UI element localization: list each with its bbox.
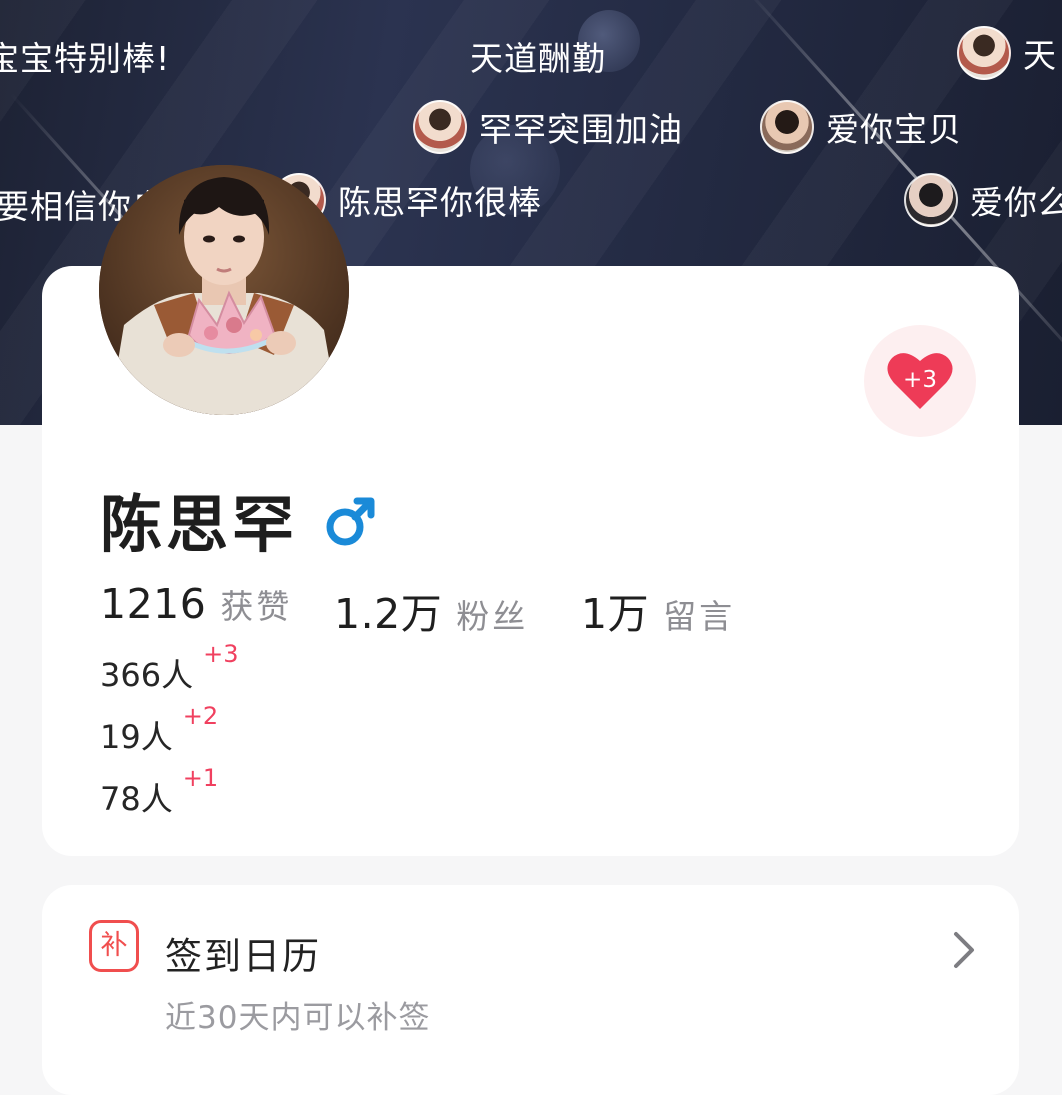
danmaku-item: 爱你宝贝 bbox=[760, 100, 962, 154]
like-button[interactable]: +3 bbox=[864, 325, 976, 437]
danmaku-item: 宝宝特别棒! bbox=[0, 32, 170, 80]
makeup-signin-icon: 补 bbox=[89, 920, 139, 972]
stat-likes[interactable]: 1216 获赞 bbox=[100, 580, 292, 628]
profile-name: 陈思罕 bbox=[100, 488, 299, 561]
stat-value: 1万 bbox=[581, 590, 650, 638]
danmaku-text: 天道酬勤 bbox=[470, 39, 606, 78]
danmaku-text: 宝宝特别棒! bbox=[0, 39, 171, 78]
stat-messages[interactable]: 1万 留言 bbox=[581, 580, 735, 640]
people-count-row: 78人 +1 bbox=[100, 764, 218, 820]
male-gender-icon bbox=[326, 497, 375, 546]
danmaku-item: 天 bbox=[957, 26, 1057, 80]
chevron-right-icon[interactable] bbox=[950, 930, 978, 970]
stat-value: 1.2万 bbox=[334, 590, 443, 638]
people-count-row: 19人 +2 bbox=[100, 702, 218, 758]
danmaku-text: 罕罕突围加油 bbox=[479, 110, 683, 149]
people-delta: +3 bbox=[203, 640, 239, 668]
avatar-photo bbox=[99, 165, 349, 415]
people-count: 19人 bbox=[100, 718, 173, 756]
signin-subtitle: 近30天内可以补签 bbox=[165, 1000, 431, 1036]
people-count: 78人 bbox=[100, 780, 173, 818]
stat-value: 1216 bbox=[100, 580, 207, 628]
stat-label: 粉丝 bbox=[456, 597, 529, 636]
danmaku-avatar bbox=[413, 100, 467, 154]
danmaku-text: 爱你么 bbox=[970, 183, 1062, 222]
danmaku-text: 爱你宝贝 bbox=[826, 110, 962, 149]
danmaku-avatar bbox=[760, 100, 814, 154]
danmaku-avatar bbox=[904, 173, 958, 227]
people-delta: +2 bbox=[182, 702, 219, 730]
like-count: +3 bbox=[903, 367, 937, 393]
profile-avatar[interactable] bbox=[99, 165, 349, 415]
people-count: 366人 bbox=[100, 656, 194, 694]
stat-label: 留言 bbox=[663, 597, 736, 636]
danmaku-avatar bbox=[957, 26, 1011, 80]
name-row: 陈思罕 bbox=[100, 474, 376, 564]
people-count-row: 366人 +3 bbox=[100, 640, 238, 696]
danmaku-text: 天 bbox=[1023, 36, 1057, 75]
danmaku-item: 罕罕突围加油 bbox=[413, 100, 683, 154]
danmaku-item: 爱你么 bbox=[904, 173, 1062, 227]
people-delta: +1 bbox=[182, 764, 219, 792]
signin-calendar-card[interactable] bbox=[42, 885, 1019, 1095]
stats-row: 1216 获赞 1.2万 粉丝 1万 留言 bbox=[100, 580, 900, 638]
signin-title: 签到日历 bbox=[165, 935, 321, 978]
danmaku-item: 天道酬勤 bbox=[470, 32, 606, 80]
danmaku-text: 陈思罕你很棒 bbox=[338, 183, 542, 222]
stat-label: 获赞 bbox=[220, 587, 293, 626]
stat-fans[interactable]: 1.2万 粉丝 bbox=[334, 580, 528, 640]
